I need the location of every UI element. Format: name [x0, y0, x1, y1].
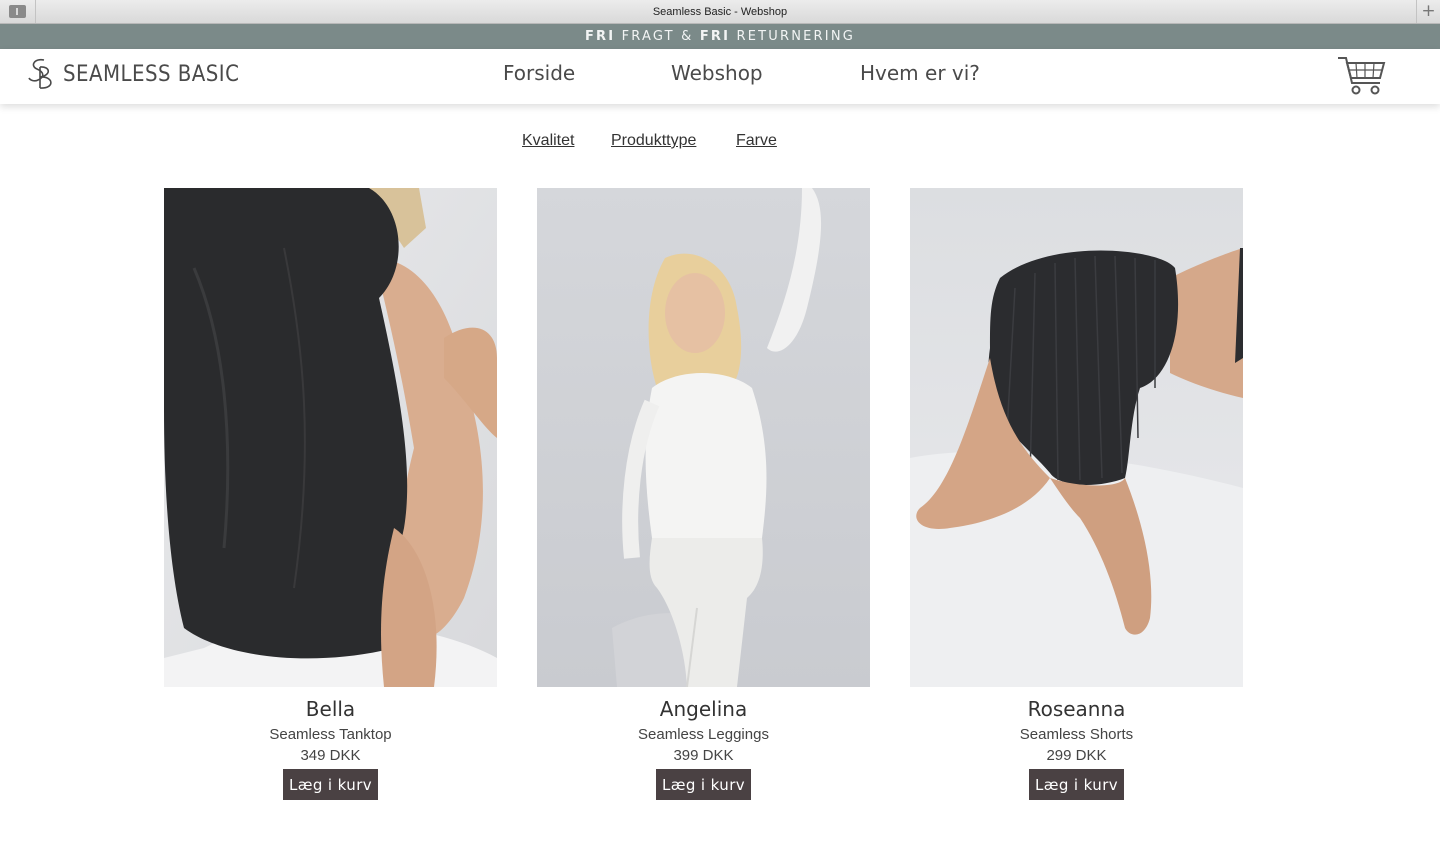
product-card: Roseanna Seamless Shorts 299 DKK Læg i k…: [910, 188, 1243, 800]
nav-link-webshop[interactable]: Webshop: [671, 61, 763, 85]
product-name[interactable]: Roseanna: [910, 697, 1243, 721]
product-name[interactable]: Bella: [164, 697, 497, 721]
product-image[interactable]: [910, 188, 1243, 687]
product-type: Seamless Shorts: [1019, 726, 1134, 743]
sb-monogram-icon: [28, 58, 52, 89]
cart-button[interactable]: [1336, 53, 1388, 97]
promo-bar: FRI FRAGT & FRI RETURNERING: [0, 24, 1440, 49]
nav-link-home[interactable]: Forside: [503, 61, 575, 85]
promo-word-free-returns: FRI: [699, 29, 731, 44]
product-price: 299 DKK: [1046, 747, 1107, 764]
add-to-cart-button[interactable]: Læg i kurv: [282, 769, 379, 800]
shopping-cart-icon: [1338, 57, 1386, 95]
add-to-cart-button[interactable]: Læg i kurv: [1028, 769, 1125, 800]
product-image[interactable]: [164, 188, 497, 687]
product-type: Seamless Tanktop: [269, 726, 392, 743]
product-card: Bella Seamless Tanktop 349 DKK Læg i kur…: [164, 188, 497, 800]
browser-titlebar: Seamless Basic - Webshop +: [0, 0, 1440, 24]
product-price: 349 DKK: [300, 747, 361, 764]
product-card: Angelina Seamless Leggings 399 DKK Læg i…: [537, 188, 870, 800]
filter-product-type-link[interactable]: Produkttype: [611, 132, 696, 150]
site-header: SEAMLESS BASIC Forside Webshop Hvem er v…: [0, 49, 1440, 104]
filter-quality-link[interactable]: Kvalitet: [522, 132, 574, 150]
promo-word-free-shipping: FRI: [584, 29, 616, 44]
product-name[interactable]: Angelina: [537, 697, 870, 721]
new-tab-button[interactable]: +: [1416, 0, 1440, 23]
product-image[interactable]: [537, 188, 870, 687]
add-to-cart-button[interactable]: Læg i kurv: [655, 769, 752, 800]
window-title: Seamless Basic - Webshop: [652, 6, 788, 18]
filter-color-link[interactable]: Farve: [736, 132, 777, 150]
promo-text-shipping: FRAGT &: [615, 29, 700, 44]
logo-text: SEAMLESS BASIC: [63, 61, 240, 87]
nav-link-about[interactable]: Hvem er vi?: [860, 61, 980, 85]
product-price: 399 DKK: [673, 747, 734, 764]
promo-text-returns: RETURNERING: [730, 29, 856, 44]
product-type: Seamless Leggings: [638, 726, 769, 743]
site-logo[interactable]: SEAMLESS BASIC: [28, 57, 259, 91]
